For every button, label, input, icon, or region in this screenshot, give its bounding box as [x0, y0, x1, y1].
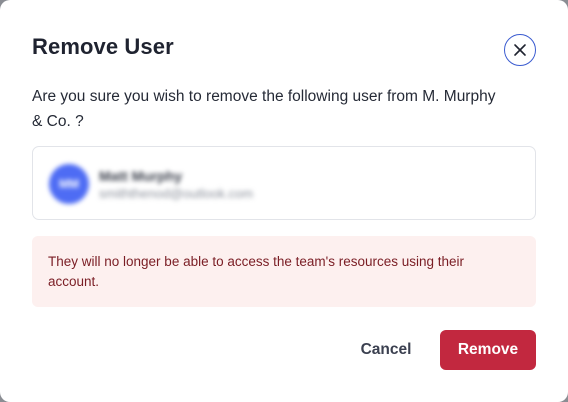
close-button[interactable] — [504, 34, 536, 66]
dialog-title: Remove User — [32, 34, 174, 59]
avatar: MM — [49, 164, 89, 204]
remove-user-dialog: Remove User Are you sure you wish to rem… — [0, 0, 568, 402]
user-card: MM Matt Murphy smiththenod@outlook.com — [32, 146, 536, 220]
warning-text: They will no longer be able to access th… — [48, 254, 465, 289]
cancel-button[interactable]: Cancel — [342, 330, 430, 370]
user-email: smiththenod@outlook.com — [99, 186, 254, 201]
confirmation-prompt: Are you sure you wish to remove the foll… — [32, 88, 496, 130]
remove-button[interactable]: Remove — [440, 330, 536, 370]
user-name: Matt Murphy — [99, 168, 183, 184]
warning-alert: They will no longer be able to access th… — [32, 236, 536, 307]
close-icon — [513, 43, 527, 57]
